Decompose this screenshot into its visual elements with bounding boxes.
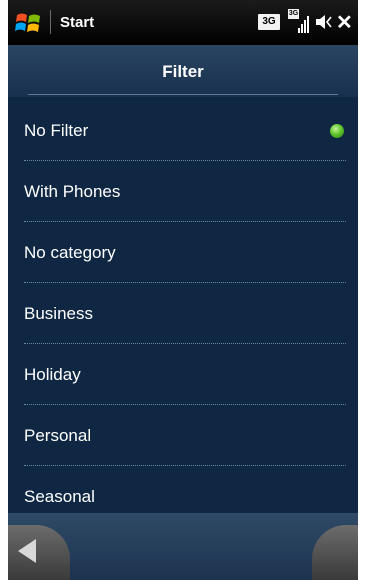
list-item-label: Holiday <box>24 365 81 384</box>
filter-list: No Filter With Phones No category Busine… <box>8 100 358 527</box>
list-item-holiday[interactable]: Holiday <box>8 344 358 405</box>
list-item-business[interactable]: Business <box>8 283 358 344</box>
list-item-personal[interactable]: Personal <box>8 405 358 466</box>
back-arrow-icon <box>18 539 36 563</box>
page-title: Filter <box>162 62 204 81</box>
list-item-label: Personal <box>24 426 92 445</box>
status-bar-divider <box>50 10 51 34</box>
list-item-label: Business <box>24 304 93 323</box>
right-softkey-button[interactable] <box>312 525 358 580</box>
list-item-label: No category <box>24 243 116 262</box>
selected-indicator-icon <box>330 124 344 138</box>
close-icon[interactable]: ✕ <box>336 10 353 35</box>
windows-start-icon[interactable] <box>14 10 44 36</box>
list-item-no-category[interactable]: No category <box>8 222 358 283</box>
signal-strength-icon: 3G <box>288 9 310 35</box>
signal-3g-badge: 3G <box>288 9 299 19</box>
softkey-bar <box>8 513 358 580</box>
back-button[interactable] <box>8 525 70 580</box>
volume-icon[interactable] <box>314 13 334 31</box>
list-item-label: No Filter <box>24 121 89 140</box>
status-bar: Start 3G 3G ✕ <box>8 0 358 45</box>
header-divider <box>28 94 338 95</box>
phone-screen: Start 3G 3G ✕ Filter No Filter With Phon… <box>8 0 358 580</box>
list-item-no-filter[interactable]: No Filter <box>8 100 358 161</box>
page-header: Filter <box>8 45 358 97</box>
start-label[interactable]: Start <box>60 14 94 31</box>
list-item-label: With Phones <box>24 182 121 201</box>
list-item-label: Seasonal <box>24 487 95 506</box>
3g-network-icon: 3G <box>258 14 280 30</box>
list-item-with-phones[interactable]: With Phones <box>8 161 358 222</box>
